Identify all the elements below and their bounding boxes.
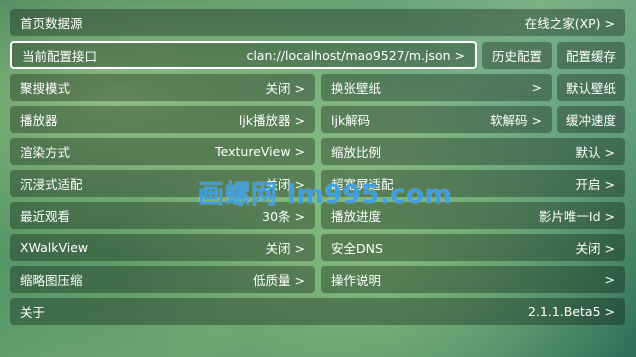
player-row[interactable]: 播放器 ljk播放器 > (10, 106, 315, 133)
wallpaper-label: 换张壁纸 (331, 81, 382, 96)
ultrawide-row[interactable]: 超宽屏适配 开启 > (321, 170, 625, 197)
xwalkview-label: XWalkView (20, 240, 89, 255)
play-progress-value: 影片唯一Id > (538, 209, 615, 224)
wallpaper-row[interactable]: 换张壁纸 > (321, 74, 552, 101)
default-wallpaper-label: 默认壁纸 (565, 81, 616, 96)
config-cache-label: 配置缓存 (565, 49, 616, 64)
secure-dns-row[interactable]: 安全DNS 关闭 > (321, 234, 625, 261)
ultrawide-value: 开启 > (575, 177, 615, 192)
secure-dns-label: 安全DNS (331, 241, 383, 256)
config-cache-button[interactable]: 配置缓存 (557, 42, 625, 69)
search-mode-label: 聚搜模式 (20, 81, 71, 96)
render-mode-label: 渲染方式 (20, 145, 71, 160)
immersive-value: 关闭 > (265, 177, 305, 192)
player-value: ljk播放器 > (238, 113, 305, 128)
config-api-label: 当前配置接口 (22, 48, 98, 64)
thumbnail-compress-value: 低质量 > (253, 273, 305, 288)
settings-list: 首页数据源 在线之家(XP) > 当前配置接口 clan://localhost… (0, 0, 636, 357)
buffer-speed-button[interactable]: 缓冲速度 (557, 106, 625, 133)
config-api-row[interactable]: 当前配置接口 clan://localhost/mao9527/m.json > (10, 41, 477, 69)
history-config-button[interactable]: 历史配置 (482, 42, 552, 69)
play-progress-label: 播放进度 (331, 209, 382, 224)
ijk-decode-label: ljk解码 (331, 113, 371, 128)
ijk-decode-row[interactable]: ljk解码 软解码 > (321, 106, 552, 133)
render-mode-row[interactable]: 渲染方式 TextureView > (10, 138, 315, 165)
scale-ratio-value: 默认 > (575, 145, 615, 160)
immersive-label: 沉浸式适配 (20, 177, 83, 192)
manual-value: > (604, 272, 615, 287)
default-wallpaper-button[interactable]: 默认壁纸 (557, 74, 625, 101)
recent-watch-label: 最近观看 (20, 209, 71, 224)
about-label: 关于 (20, 305, 46, 320)
buffer-speed-label: 缓冲速度 (565, 113, 616, 128)
home-source-value: 在线之家(XP) > (524, 16, 615, 31)
ultrawide-label: 超宽屏适配 (331, 177, 394, 192)
recent-watch-row[interactable]: 最近观看 30条 > (10, 202, 315, 229)
ijk-decode-value: 软解码 > (490, 113, 542, 128)
scale-ratio-label: 缩放比例 (331, 145, 382, 160)
recent-watch-value: 30条 > (262, 209, 305, 224)
play-progress-row[interactable]: 播放进度 影片唯一Id > (321, 202, 625, 229)
history-config-label: 历史配置 (491, 49, 542, 64)
search-mode-row[interactable]: 聚搜模式 关闭 > (10, 74, 315, 101)
thumbnail-compress-label: 缩略图压缩 (20, 273, 83, 288)
manual-row[interactable]: 操作说明 > (321, 266, 625, 293)
secure-dns-value: 关闭 > (575, 241, 615, 256)
home-source-label: 首页数据源 (20, 16, 83, 31)
search-mode-value: 关闭 > (265, 81, 305, 96)
xwalkview-row[interactable]: XWalkView 关闭 > (10, 234, 315, 261)
about-row[interactable]: 关于 2.1.1.Beta5 > (10, 298, 625, 325)
thumbnail-compress-row[interactable]: 缩略图压缩 低质量 > (10, 266, 315, 293)
xwalkview-value: 关闭 > (265, 241, 305, 256)
player-label: 播放器 (20, 113, 58, 128)
render-mode-value: TextureView > (215, 144, 305, 159)
wallpaper-value: > (531, 80, 542, 95)
scale-ratio-row[interactable]: 缩放比例 默认 > (321, 138, 625, 165)
manual-label: 操作说明 (331, 273, 382, 288)
immersive-row[interactable]: 沉浸式适配 关闭 > (10, 170, 315, 197)
about-value: 2.1.1.Beta5 > (527, 304, 615, 319)
config-api-value: clan://localhost/mao9527/m.json > (246, 47, 465, 63)
home-source-row[interactable]: 首页数据源 在线之家(XP) > (10, 9, 625, 36)
